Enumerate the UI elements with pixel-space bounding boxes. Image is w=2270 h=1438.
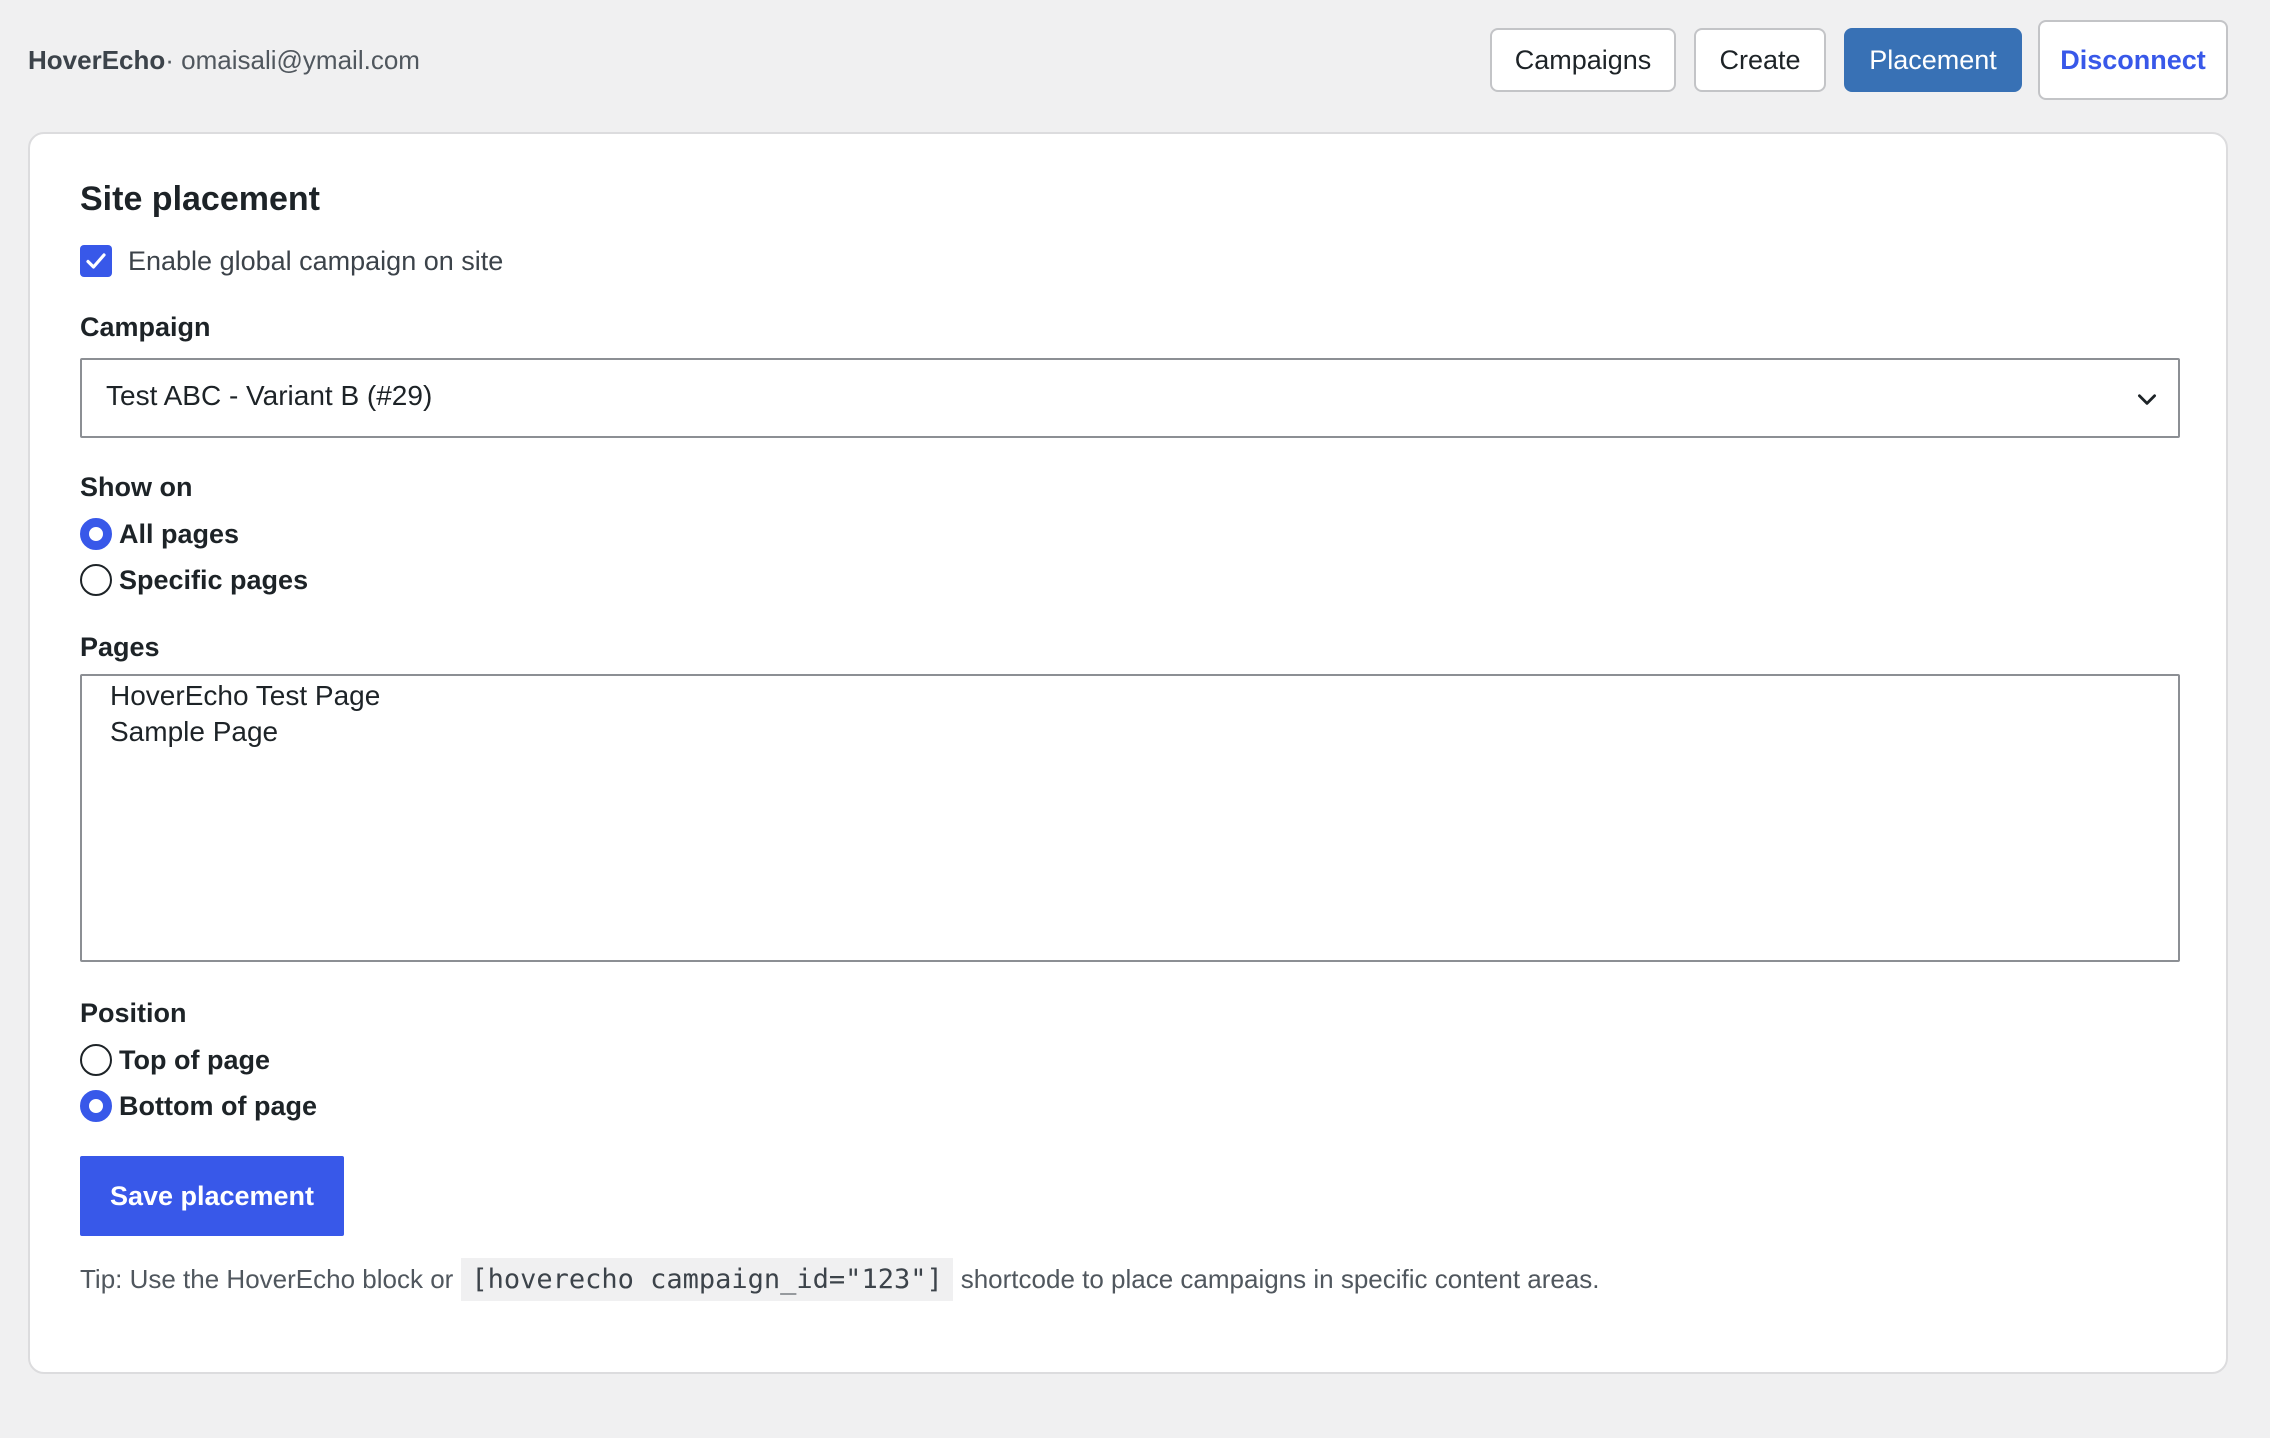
page-option[interactable]: HoverEcho Test Page: [82, 678, 2178, 714]
radio-unchecked[interactable]: [80, 564, 112, 596]
campaigns-button[interactable]: Campaigns: [1490, 28, 1676, 92]
radio-label: All pages: [119, 518, 240, 549]
position-top[interactable]: Top of page: [80, 1042, 270, 1078]
campaign-label: Campaign: [80, 312, 211, 342]
enable-global-label: Enable global campaign on site: [128, 245, 504, 276]
radio-checked[interactable]: [80, 518, 112, 550]
campaign-select[interactable]: Test ABC - Variant B (#29): [80, 358, 2180, 438]
save-placement-button[interactable]: Save placement: [80, 1156, 344, 1236]
show-on-specific-pages[interactable]: Specific pages: [80, 562, 308, 598]
account-email: omaisali@ymail.com: [181, 45, 420, 75]
pages-listbox[interactable]: HoverEcho Test Page Sample Page: [80, 674, 2180, 962]
position-bottom[interactable]: Bottom of page: [80, 1088, 317, 1124]
page-title: Site placement: [80, 180, 320, 218]
shortcode-snippet: [hoverecho campaign_id="123"]: [461, 1258, 953, 1301]
page-option[interactable]: Sample Page: [82, 714, 2178, 750]
chevron-down-icon: [2138, 394, 2156, 405]
enable-global-row: Enable global campaign on site: [80, 244, 503, 278]
account-info: HoverEcho· omaisali@ymail.com: [28, 42, 420, 78]
checkmark-icon: [86, 253, 106, 269]
radio-unchecked[interactable]: [80, 1044, 112, 1076]
tip-text: Tip: Use the HoverEcho block or [hoverec…: [80, 1258, 1600, 1301]
campaign-select-value: Test ABC - Variant B (#29): [106, 380, 433, 411]
disconnect-button[interactable]: Disconnect: [2038, 20, 2228, 100]
show-on-label: Show on: [80, 472, 193, 502]
create-button[interactable]: Create: [1694, 28, 1826, 92]
top-bar: HoverEcho· omaisali@ymail.com Campaigns …: [28, 20, 2228, 100]
brand-separator: ·: [165, 45, 174, 75]
placement-button[interactable]: Placement: [1844, 28, 2022, 92]
placement-card: Site placement Enable global campaign on…: [28, 132, 2228, 1374]
pages-label: Pages: [80, 632, 160, 662]
brand-name: HoverEcho: [28, 45, 166, 75]
tip-suffix: shortcode to place campaigns in specific…: [960, 1264, 1600, 1294]
radio-label: Top of page: [119, 1044, 270, 1075]
tip-prefix: Tip: Use the HoverEcho block or: [80, 1264, 454, 1294]
radio-checked[interactable]: [80, 1090, 112, 1122]
enable-global-checkbox[interactable]: [80, 245, 112, 277]
radio-label: Specific pages: [119, 564, 309, 595]
show-on-all-pages[interactable]: All pages: [80, 516, 239, 552]
position-label: Position: [80, 998, 187, 1028]
radio-label: Bottom of page: [119, 1090, 317, 1121]
